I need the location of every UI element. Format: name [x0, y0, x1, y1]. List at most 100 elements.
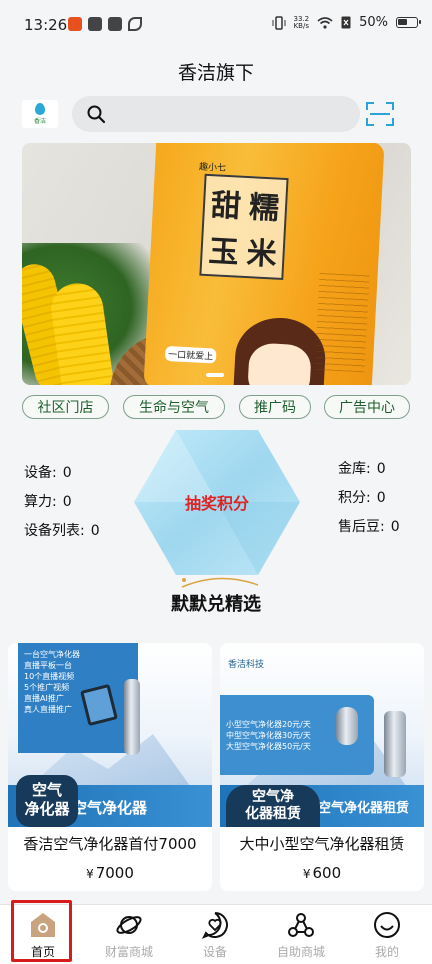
- price-currency: ¥: [86, 867, 94, 881]
- tab-label: 设备: [202, 945, 227, 959]
- status-time: 13:26: [24, 16, 68, 34]
- stat-label: 积分:: [338, 490, 371, 506]
- tab-label: 我的: [374, 945, 399, 959]
- bag-brand-tag: 趣小七: [198, 162, 227, 174]
- tab-me[interactable]: 我的: [344, 905, 430, 964]
- image-line: 真人直播推广: [24, 705, 72, 714]
- notification-icons: [68, 17, 142, 31]
- image-feature-lines: 小型空气净化器20元/天 中型空气净化器30元/天 大型空气净化器50元/天: [226, 719, 311, 752]
- chip-ad-center[interactable]: 广告中心: [324, 395, 410, 419]
- search-bar[interactable]: [72, 96, 360, 132]
- tab-label: 自助商城: [276, 945, 325, 959]
- product-name: 香洁空气净化器首付7000: [23, 835, 197, 853]
- leaf-notification-icon: [128, 17, 142, 31]
- stat-points[interactable]: 积分: 0: [338, 487, 386, 507]
- promo-banner[interactable]: 趣小七 甜 糯 玉 米 一口就爱上: [22, 143, 411, 385]
- image-line: 10个直播视频: [24, 672, 75, 681]
- chip-community-store[interactable]: 社区门店: [22, 395, 109, 419]
- message-notification-icon: [108, 17, 122, 31]
- app-notification-icon: [68, 17, 82, 31]
- planet-icon: [116, 916, 142, 934]
- home-tab-highlight: [11, 900, 72, 962]
- product-price: ¥7000: [8, 864, 212, 882]
- image-line: 大型空气净化器50元/天: [226, 742, 311, 751]
- product-image: 香洁科技 小型空气净化器20元/天 中型空气净化器30元/天 大型空气净化器50…: [220, 643, 424, 827]
- image-brand: 香洁科技: [228, 660, 265, 670]
- tab-devices[interactable]: 设备: [172, 905, 258, 964]
- stat-compute[interactable]: 算力: 0: [24, 491, 72, 511]
- stat-value: 0: [90, 523, 100, 539]
- tab-wealth-mall[interactable]: 财富商城: [86, 905, 172, 964]
- stat-label: 设备:: [24, 465, 57, 481]
- stat-value: 0: [62, 465, 72, 481]
- image-line: 直播平板一台: [24, 661, 72, 670]
- app-logo: 香洁: [22, 100, 58, 128]
- lottery-label[interactable]: 抽奖积分: [134, 490, 300, 514]
- bag-window: 甜 糯 玉 米: [199, 173, 289, 281]
- stat-label: 算力:: [24, 494, 57, 510]
- water-drop-icon: [35, 103, 45, 115]
- network-speed: 33.2 KB/s: [293, 15, 310, 30]
- stat-value: 0: [390, 519, 400, 535]
- section-title: 默默兑精选: [171, 594, 261, 615]
- product-price: ¥600: [220, 864, 424, 882]
- product-name: 大中小型空气净化器租赁: [239, 835, 405, 853]
- stat-value: 0: [62, 494, 72, 510]
- image-info-panel: 一台空气净化器 直播平板一台 10个直播视频 5个推广视频 直播AI推广 真人直…: [18, 643, 138, 753]
- purifier-image-small: [336, 707, 358, 745]
- stat-value: 0: [376, 461, 386, 477]
- image-badge: 空气 净化器: [16, 775, 78, 827]
- price-value: 7000: [95, 864, 134, 882]
- bag-slogan: 一口就爱上: [164, 345, 217, 364]
- product-image: 一台空气净化器 直播平板一台 10个直播视频 5个推广视频 直播AI推广 真人直…: [8, 643, 212, 827]
- purifier-image: [124, 679, 140, 755]
- image-band-text: 空气净化器: [72, 799, 148, 817]
- stat-label: 设备列表:: [24, 523, 85, 539]
- battery-percent: 50%: [359, 15, 388, 30]
- tab-label: 财富商城: [104, 945, 153, 959]
- image-badge: 空气净 化器租赁: [226, 785, 320, 827]
- stat-vault[interactable]: 金库: 0: [338, 458, 386, 478]
- heart-chat-icon: [201, 912, 228, 939]
- stat-value: 0: [376, 490, 386, 506]
- bag-char-3: 玉: [207, 234, 240, 271]
- purifier-image: [384, 711, 406, 777]
- network-icon: [288, 913, 314, 937]
- price-currency: ¥: [302, 867, 311, 881]
- stat-device-list[interactable]: 设备列表: 0: [24, 520, 100, 540]
- banner-product-bag: 趣小七 甜 糯 玉 米 一口就爱上: [143, 143, 385, 385]
- image-info-panel: 小型空气净化器20元/天 中型空气净化器30元/天 大型空气净化器50元/天: [220, 695, 374, 775]
- bag-char-2: 糯: [248, 190, 280, 227]
- image-feature-lines: 一台空气净化器 直播平板一台 10个直播视频 5个推广视频 直播AI推广 真人直…: [24, 649, 80, 715]
- bag-side-text: [314, 269, 370, 373]
- price-value: 600: [312, 864, 342, 882]
- stat-aftersale-beans[interactable]: 售后豆: 0: [338, 516, 400, 536]
- scan-icon[interactable]: [366, 102, 394, 126]
- search-input[interactable]: [116, 102, 346, 126]
- image-line: 直播AI推广: [24, 694, 64, 703]
- mail-notification-icon: [88, 17, 102, 31]
- image-line: 中型空气净化器30元/天: [226, 731, 311, 740]
- tab-self-service-mall[interactable]: 自助商城: [258, 905, 344, 964]
- image-line: 5个推广视频: [24, 683, 70, 692]
- product-card[interactable]: 一台空气净化器 直播平板一台 10个直播视频 5个推广视频 直播AI推广 真人直…: [8, 643, 212, 891]
- image-line: 小型空气净化器20元/天: [226, 720, 311, 729]
- stat-devices[interactable]: 设备: 0: [24, 462, 72, 482]
- tablet-image: [80, 683, 118, 727]
- stat-label: 售后豆:: [338, 519, 385, 535]
- page-title: 香洁旗下: [177, 62, 254, 84]
- smile-icon: [374, 912, 400, 938]
- chip-life-and-air[interactable]: 生命与空气: [123, 395, 225, 419]
- logo-text: 香洁: [33, 118, 46, 125]
- status-bar: 13:26 33.2 KB/s 50%: [0, 0, 432, 50]
- network-speed-unit: KB/s: [293, 21, 309, 30]
- banner-indicator: [206, 373, 224, 377]
- chip-promo-code[interactable]: 推广码: [239, 395, 311, 419]
- bag-char-4: 米: [245, 236, 278, 273]
- quick-links: 社区门店 生命与空气 推广码 广告中心: [22, 395, 414, 419]
- image-band-text: 空气净化器租赁: [318, 801, 410, 816]
- product-card[interactable]: 香洁科技 小型空气净化器20元/天 中型空气净化器30元/天 大型空气净化器50…: [220, 643, 424, 891]
- wifi-icon: [317, 16, 333, 29]
- no-sim-icon: [341, 16, 351, 29]
- image-line: 一台空气净化器: [24, 650, 80, 659]
